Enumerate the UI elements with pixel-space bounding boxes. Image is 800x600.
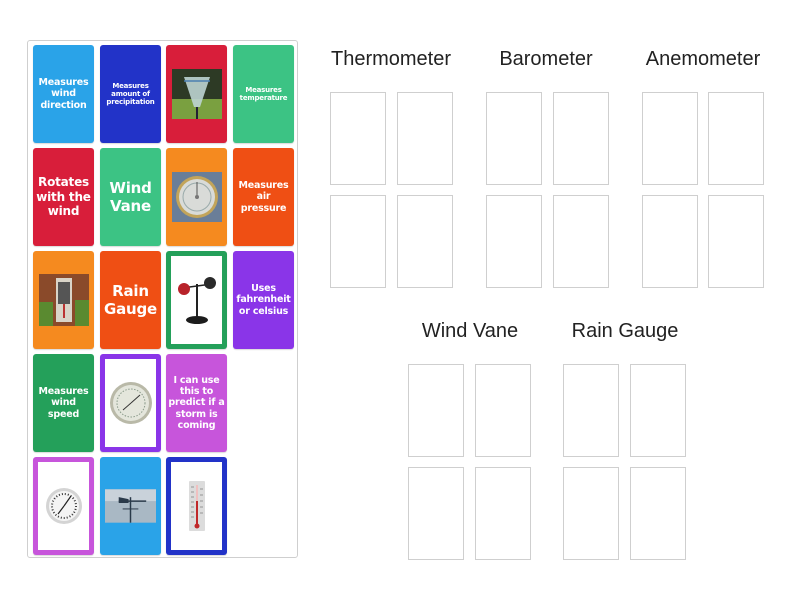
group-title-anemometer: Anemometer [645, 48, 761, 70]
barometer-photo-icon [171, 153, 222, 241]
card-label: Rotates with the wind [36, 175, 91, 219]
drop-slot-thermometer[interactable] [397, 195, 453, 288]
card-uses-fahrenheit-celsius[interactable]: Uses fahrenheit or celsius [233, 251, 294, 349]
drop-slot-anemometer[interactable] [708, 92, 764, 185]
card-thermometer-dial-image[interactable] [33, 457, 94, 555]
card-rain-gauge-text[interactable]: Rain Gauge [100, 251, 161, 349]
card-label: Measures wind speed [38, 385, 89, 420]
anemometer-photo-icon [171, 256, 222, 344]
card-wind-vane-text[interactable]: Wind Vane [100, 148, 161, 246]
drop-slot-wind-vane[interactable] [475, 467, 531, 560]
group-title-rain-gauge: Rain Gauge [571, 320, 679, 342]
card-predict-storm[interactable]: I can use this to predict if a storm is … [166, 354, 227, 452]
drop-slot-rain-gauge[interactable] [630, 364, 686, 457]
drop-slot-rain-gauge[interactable] [563, 467, 619, 560]
card-label: Uses fahrenheit or celsius [236, 282, 291, 317]
drop-slot-barometer[interactable] [553, 92, 609, 185]
drop-slot-anemometer[interactable] [642, 195, 698, 288]
card-barometer-image[interactable] [166, 148, 227, 246]
card-wall-thermometer-image[interactable] [33, 251, 94, 349]
drop-slot-thermometer[interactable] [397, 92, 453, 185]
drop-slot-wind-vane[interactable] [408, 364, 464, 457]
card-label: I can use this to predict if a storm is … [168, 374, 225, 432]
card-rain-gauge-image[interactable] [166, 45, 227, 143]
drop-slot-barometer[interactable] [553, 195, 609, 288]
card-measures-air-pressure[interactable]: Measures air pressure [233, 148, 294, 246]
drop-slot-anemometer[interactable] [642, 92, 698, 185]
card-label: Measures amount of precipitation [106, 81, 155, 107]
drop-slot-wind-vane[interactable] [475, 364, 531, 457]
card-rotates-with-wind[interactable]: Rotates with the wind [33, 148, 94, 246]
card-measures-wind-speed[interactable]: Measures wind speed [33, 354, 94, 452]
weather-vane-photo-icon [105, 462, 156, 550]
drop-slot-rain-gauge[interactable] [563, 364, 619, 457]
drop-slot-thermometer[interactable] [330, 195, 386, 288]
group-title-wind-vane: Wind Vane [421, 320, 519, 342]
thermometer-dial-photo-icon [38, 462, 89, 550]
wall-thermometer-photo-icon [38, 256, 89, 344]
card-label: Wind Vane [109, 179, 152, 215]
group-title-barometer: Barometer [499, 48, 593, 70]
card-label: Measures temperature [239, 85, 288, 102]
card-measures-wind-direction[interactable]: Measures wind direction [33, 45, 94, 143]
barometer-dial-photo-icon [105, 359, 156, 447]
card-anemometer-image[interactable] [166, 251, 227, 349]
card-label: Rain Gauge [103, 282, 158, 318]
card-measures-precipitation[interactable]: Measures amount of precipitation [100, 45, 161, 143]
drop-slot-thermometer[interactable] [330, 92, 386, 185]
card-thermometer-tube-image[interactable] [166, 457, 227, 555]
card-label: Measures air pressure [238, 179, 289, 214]
card-barometer-dial-image[interactable] [100, 354, 161, 452]
drop-slot-anemometer[interactable] [708, 195, 764, 288]
card-weather-vane-image[interactable] [100, 457, 161, 555]
drop-slot-barometer[interactable] [486, 195, 542, 288]
card-label: Measures wind direction [38, 76, 89, 111]
rain-gauge-photo-icon [171, 50, 222, 138]
drop-slot-wind-vane[interactable] [408, 467, 464, 560]
drop-slot-rain-gauge[interactable] [630, 467, 686, 560]
card-measures-temperature[interactable]: Measures temperature [233, 45, 294, 143]
thermometer-tube-photo-icon [171, 462, 222, 550]
group-title-thermometer: Thermometer [330, 48, 452, 70]
drop-slot-barometer[interactable] [486, 92, 542, 185]
